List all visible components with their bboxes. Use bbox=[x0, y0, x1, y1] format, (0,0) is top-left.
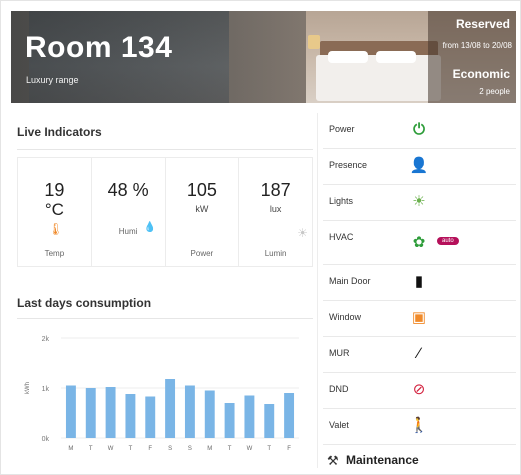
consumption-chart: 0k 1k 2k kWh M T W T F S S M T W T F bbox=[25, 336, 299, 452]
consumption-bar bbox=[204, 390, 215, 438]
thermometer-icon: 🌡 bbox=[48, 222, 64, 236]
consumption-bar bbox=[244, 395, 255, 438]
window-icon[interactable]: ▣ bbox=[409, 308, 429, 328]
room-header: Room 134 Luxury range Reserved from 13/0… bbox=[11, 11, 516, 103]
status-row-power[interactable]: Power ⏻ bbox=[323, 113, 516, 149]
x-tick-label: M bbox=[207, 446, 212, 452]
status-label: MUR bbox=[329, 348, 350, 358]
power-icon[interactable]: ⏻ bbox=[409, 120, 429, 140]
status-label: Power bbox=[329, 124, 355, 134]
consumption-title: Last days consumption bbox=[17, 296, 152, 310]
x-tick-label: F bbox=[148, 446, 152, 452]
consumption-bar bbox=[184, 385, 195, 438]
status-row-lights[interactable]: Lights ☀ bbox=[323, 185, 516, 221]
y-tick-label: 1k bbox=[42, 386, 50, 393]
consumption-bar bbox=[224, 403, 235, 438]
consumption-bar bbox=[145, 396, 156, 438]
luminosity-unit: lux bbox=[269, 204, 282, 214]
x-tick-label: T bbox=[228, 446, 232, 452]
auto-badge[interactable]: auto bbox=[437, 237, 459, 245]
consumption-bar bbox=[165, 379, 176, 438]
bulb-icon[interactable]: ☀ bbox=[409, 192, 429, 212]
room-hero-image: Room 134 Luxury range bbox=[11, 11, 306, 103]
x-tick-label: T bbox=[129, 446, 133, 452]
y-axis-label: kWh bbox=[25, 382, 31, 394]
live-indicators-title: Live Indicators bbox=[17, 125, 102, 139]
temperature-unit: °C bbox=[44, 200, 64, 219]
status-label: Lights bbox=[329, 196, 354, 206]
consumption-bar bbox=[264, 404, 275, 438]
valet-icon[interactable]: 🚶 bbox=[409, 416, 429, 436]
humidity-value: 48 % bbox=[107, 180, 149, 200]
broom-icon[interactable]: ∕ bbox=[409, 344, 429, 364]
temperature-value: 19 bbox=[44, 180, 65, 200]
x-tick-label: W bbox=[247, 446, 253, 452]
temperature-tile[interactable]: 19 °C 🌡 Temp bbox=[18, 158, 92, 266]
sun-icon: ☀ bbox=[297, 226, 309, 240]
status-row-main-door[interactable]: Main Door ▮ bbox=[323, 265, 516, 301]
fan-icon[interactable]: ✿ bbox=[409, 233, 429, 253]
status-row-presence[interactable]: Presence 👤 bbox=[323, 149, 516, 185]
reservation-dates: from 13/08 to 20/08 bbox=[442, 41, 512, 50]
x-tick-label: T bbox=[267, 446, 271, 452]
power-label: Power bbox=[190, 249, 214, 258]
humidity-tile[interactable]: 48 % Humi 💧 bbox=[92, 158, 166, 266]
no-entry-icon[interactable]: ⊘ bbox=[409, 380, 429, 400]
status-label: Main Door bbox=[329, 276, 371, 286]
status-row-valet[interactable]: Valet 🚶 bbox=[323, 409, 516, 445]
consumption-bar bbox=[105, 387, 116, 438]
person-icon[interactable]: 👤 bbox=[409, 156, 429, 176]
consumption-bar bbox=[85, 388, 96, 438]
bed-photo: Reserved from 13/08 to 20/08 Economic 2 … bbox=[306, 11, 516, 103]
status-row-window[interactable]: Window ▣ bbox=[323, 301, 516, 337]
luminosity-value: 187 bbox=[260, 180, 291, 200]
x-tick-label: F bbox=[287, 446, 291, 452]
indicator-tiles: 19 °C 🌡 Temp 48 % Humi 💧 105 kW Power 18… bbox=[17, 157, 313, 267]
room-title: Room 134 bbox=[25, 31, 173, 64]
status-label: Valet bbox=[329, 420, 349, 430]
reservation-status: Reserved bbox=[455, 17, 510, 31]
guest-count: 2 people bbox=[479, 87, 510, 96]
consumption-bar bbox=[65, 385, 76, 438]
consumption-bar bbox=[125, 394, 136, 438]
status-label: HVAC bbox=[329, 232, 354, 242]
status-row-hvac[interactable]: HVAC ✿ auto bbox=[323, 221, 516, 265]
door-icon[interactable]: ▮ bbox=[409, 272, 429, 292]
temperature-label: Temp bbox=[44, 249, 65, 258]
x-tick-label: W bbox=[108, 446, 114, 452]
y-tick-label: 2k bbox=[42, 336, 50, 343]
x-tick-label: S bbox=[188, 446, 192, 452]
status-label: Window bbox=[329, 312, 362, 322]
room-subtitle: Luxury range bbox=[26, 75, 79, 85]
power-tile[interactable]: 105 kW Power bbox=[166, 158, 240, 266]
luminosity-label: Lumin bbox=[264, 249, 287, 258]
x-tick-label: S bbox=[168, 446, 172, 452]
device-status-list: Power ⏻ Presence 👤 Lights ☀ HVAC ✿ auto … bbox=[323, 113, 516, 445]
status-label: DND bbox=[329, 384, 349, 394]
x-tick-label: T bbox=[89, 446, 93, 452]
rate-range: Economic bbox=[452, 67, 510, 81]
power-unit: kW bbox=[195, 204, 209, 214]
consumption-bar bbox=[284, 393, 295, 438]
status-row-mur[interactable]: MUR ∕ bbox=[323, 337, 516, 373]
y-tick-label: 0k bbox=[42, 436, 50, 443]
wrench-icon: ⚒ bbox=[327, 453, 339, 468]
status-label: Presence bbox=[329, 160, 368, 170]
power-value: 105 bbox=[186, 180, 217, 200]
live-indicators-card: Live Indicators 19 °C 🌡 Temp 48 % Humi 💧… bbox=[11, 113, 314, 281]
droplet-icon: 💧 bbox=[143, 222, 157, 233]
consumption-card: Last days consumption 0k 1k 2k kWh M T W T F S S M T… bbox=[11, 286, 314, 466]
luminosity-tile[interactable]: 187 lux ☀ Lumin bbox=[239, 158, 312, 266]
status-row-dnd[interactable]: DND ⊘ bbox=[323, 373, 516, 409]
maintenance-label[interactable]: Maintenance bbox=[346, 453, 419, 467]
room-dashboard: Room 134 Luxury range Reserved from 13/0… bbox=[0, 0, 521, 475]
x-tick-label: M bbox=[68, 446, 73, 452]
